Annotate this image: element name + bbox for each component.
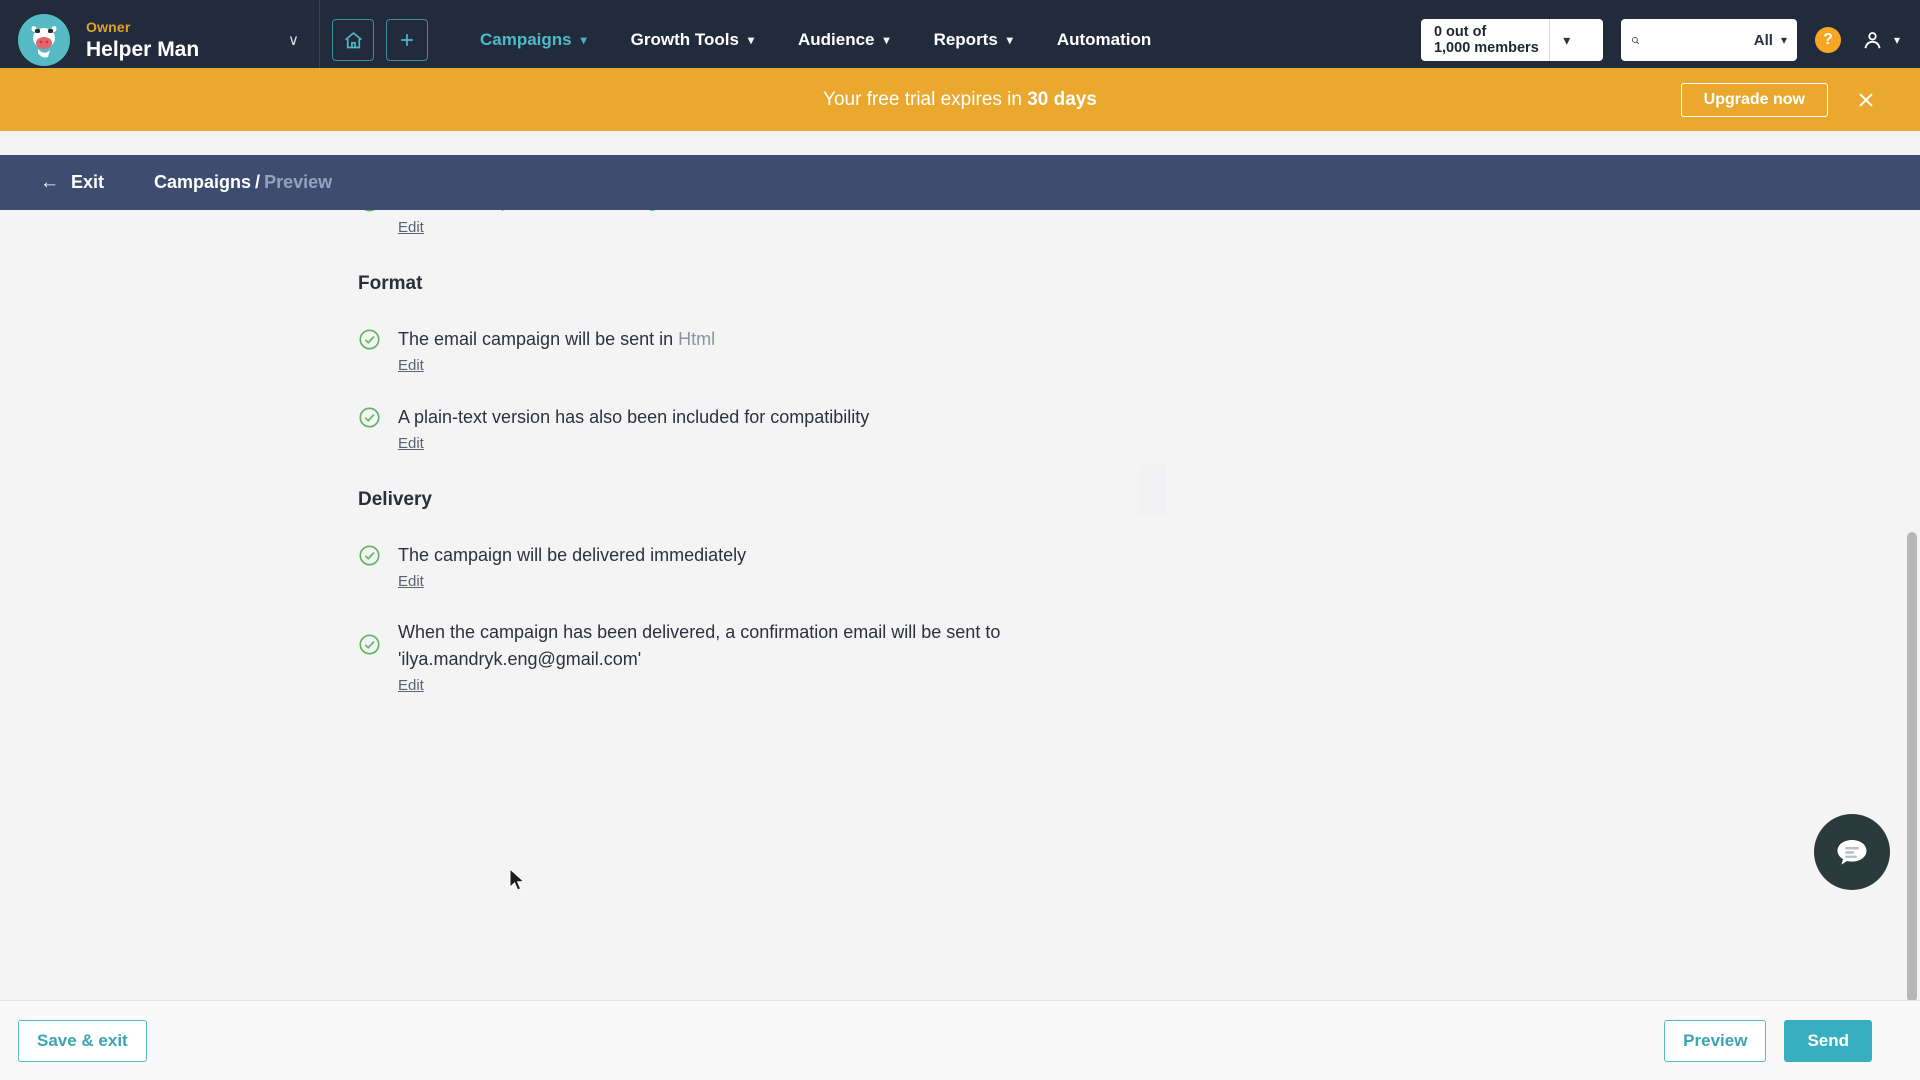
nav-label: Growth Tools [630, 30, 739, 49]
nav-label: Automation [1056, 30, 1152, 49]
cow-mascot-icon [31, 26, 57, 58]
edit-link[interactable]: Edit [398, 573, 424, 590]
wizard-action-bar: Save & exit Preview Send [0, 1000, 1920, 1080]
close-icon[interactable] [1854, 88, 1878, 112]
chat-support-button[interactable] [1814, 814, 1890, 890]
preview-button[interactable]: Preview [1664, 1019, 1767, 1062]
save-and-exit-button[interactable]: Save & exit [18, 1019, 147, 1062]
nav-label: Campaigns [480, 30, 572, 49]
vertical-scrollbar-thumb[interactable] [1907, 532, 1917, 1002]
exit-button[interactable]: ← Exit [40, 172, 104, 194]
help-button[interactable]: ? [1814, 27, 1841, 53]
member-quota-selector[interactable]: 0 out of 1,000 members ▾ [1420, 19, 1603, 61]
account-name-label: Helper Man [86, 37, 200, 61]
member-quota-text: 0 out of 1,000 members [1421, 24, 1549, 56]
row-text-suffix: ' [685, 210, 688, 211]
nav-label: Reports [933, 30, 998, 49]
home-icon [344, 31, 362, 48]
breadcrumb-separator: / [255, 172, 261, 192]
account-role-label: Owner [86, 18, 131, 35]
chevron-down-icon[interactable]: ▾ [1550, 19, 1584, 61]
chevron-down-icon[interactable]: ▾ [1781, 33, 1787, 47]
mailing-list-link[interactable]: helperman first mailing list [476, 210, 684, 211]
search-icon [1631, 36, 1640, 44]
edit-link[interactable]: Edit [398, 357, 424, 374]
trial-days-remaining: 30 days [1027, 88, 1097, 110]
chevron-down-icon: ▾ [747, 33, 754, 47]
breadcrumb-current: Preview [264, 172, 333, 192]
breadcrumb: Campaigns / Preview [154, 172, 332, 193]
search-scope-label: All [1753, 31, 1773, 49]
summary-row-email-format: The email campaign will be sent in Html … [358, 326, 1920, 375]
check-circle-icon [364, 210, 375, 212]
check-circle-icon [359, 545, 380, 566]
trial-banner: Your free trial expires in 30 days Upgra… [0, 68, 1920, 131]
primary-actions-group: Preview Send [1664, 1019, 1872, 1062]
nav-label: Audience [798, 30, 875, 49]
chevron-down-icon: ▾ [1006, 33, 1013, 47]
chevron-down-icon[interactable]: ∨ [288, 31, 299, 49]
summary-row-text: The email campaign will be sent in Html [398, 326, 1098, 353]
mouse-cursor [509, 868, 526, 891]
plus-icon [401, 34, 413, 46]
member-quota-line2: 1,000 members [1433, 40, 1539, 56]
summary-row-text: When the campaign has been delivered, a … [398, 622, 1001, 669]
sub-header-bar: ← Exit Campaigns / Preview [0, 155, 1920, 210]
section-title-format: Format [358, 273, 423, 294]
close-x-icon [1859, 93, 1873, 107]
row-text-prefix: email list ' [398, 210, 476, 211]
account-avatar-logo [18, 14, 70, 66]
check-circle-icon [359, 407, 380, 428]
user-menu-button[interactable]: ▾ [1861, 29, 1900, 52]
summary-row-delivery-timing: The campaign will be delivered immediate… [358, 542, 1920, 591]
edit-link[interactable]: Edit [398, 677, 424, 694]
arrow-left-icon: ← [40, 171, 59, 193]
summary-row-text: A plain-text version has also been inclu… [398, 407, 870, 427]
send-button[interactable]: Send [1784, 1019, 1872, 1062]
summary-row-recipients: email list 'helperman first mailing list… [358, 210, 1920, 237]
section-title-delivery: Delivery [358, 489, 432, 510]
home-button[interactable] [332, 19, 374, 61]
check-circle-icon [359, 634, 380, 655]
create-new-button[interactable] [386, 19, 428, 61]
exit-label: Exit [71, 172, 105, 192]
chevron-down-icon: ▾ [883, 33, 890, 47]
chevron-down-icon: ▾ [580, 33, 587, 47]
trial-banner-text: Your free trial expires in 30 days [823, 89, 1097, 111]
check-circle-icon [359, 329, 380, 350]
summary-row-text: email list 'helperman first mailing list… [398, 210, 1098, 215]
trial-text-prefix: Your free trial expires in [823, 88, 1028, 110]
chevron-down-icon: ▾ [1893, 33, 1900, 47]
summary-row-text: The campaign will be delivered immediate… [398, 545, 747, 565]
upgrade-now-button[interactable]: Upgrade now [1680, 83, 1828, 117]
chat-bubble-icon [1837, 840, 1867, 865]
breadcrumb-parent[interactable]: Campaigns [154, 172, 251, 192]
global-search[interactable]: All ▾ [1620, 19, 1797, 61]
edit-link[interactable]: Edit [398, 435, 424, 452]
preview-summary-list: email list 'helperman first mailing list… [0, 210, 1920, 695]
user-icon [1864, 31, 1881, 48]
member-quota-line1: 0 out of [1433, 24, 1487, 40]
vertical-scrollbar-track[interactable] [1904, 210, 1920, 1002]
preview-content-area: email list 'helperman first mailing list… [0, 210, 1920, 1000]
summary-row-plaintext: A plain-text version has also been inclu… [358, 404, 1920, 453]
edit-link[interactable]: Edit [398, 219, 424, 236]
search-input[interactable] [1645, 32, 1754, 48]
format-value: Html [678, 329, 716, 349]
summary-row-confirmation-email: When the campaign has been delivered, a … [358, 619, 1920, 695]
row-text-prefix: The email campaign will be sent in [398, 329, 679, 349]
